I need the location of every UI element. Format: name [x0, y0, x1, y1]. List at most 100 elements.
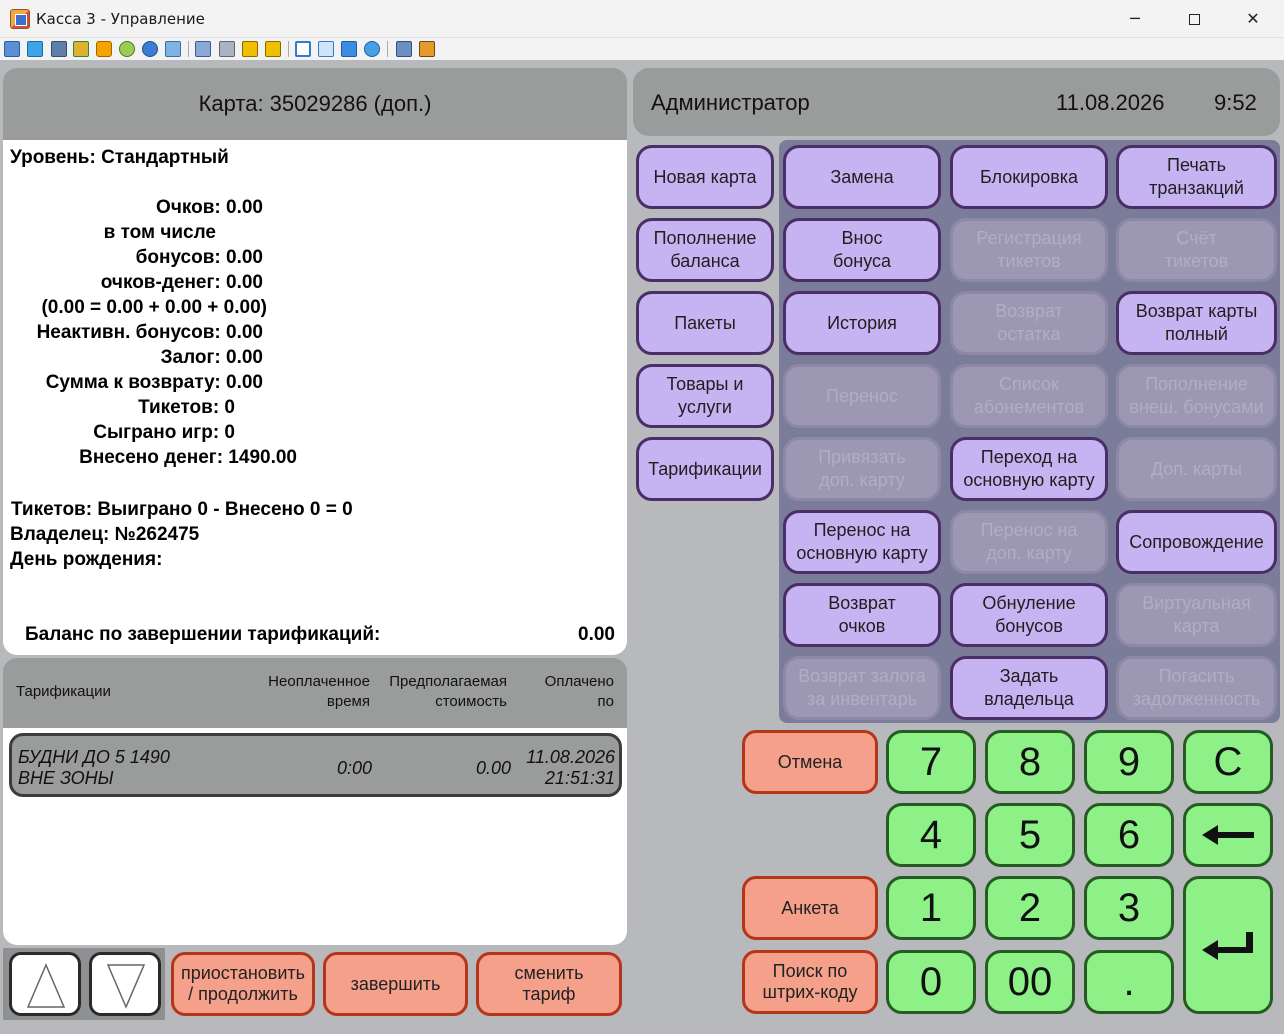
table-row[interactable]: БУДНИ ДО 5 1490 ВНЕ ЗОНЫ 0:00 0.00 11.08… [9, 733, 622, 797]
function-button-16[interactable]: Перенос на основную карту [783, 510, 941, 574]
function-button-1[interactable]: Замена [783, 145, 941, 209]
lock-icon[interactable] [242, 41, 258, 57]
key-dot[interactable]: . [1084, 950, 1174, 1014]
display-icon[interactable] [27, 41, 43, 57]
tariff-paid: 11.08.2026 21:51:31 [526, 747, 615, 789]
button-label: Перенос на [813, 520, 911, 540]
card-games: Сыграно игр: 0 [93, 422, 235, 443]
app-icon [10, 9, 30, 29]
clear-key[interactable]: C [1183, 730, 1273, 794]
key-8[interactable]: 8 [985, 730, 1075, 794]
card-birthday: День рождения: [10, 549, 163, 570]
tariff-paid-date: 11.08.2026 [526, 747, 615, 767]
tariff-name: БУДНИ ДО 5 1490 ВНЕ ЗОНЫ [18, 747, 170, 789]
barcode-label-line1: Поиск по [772, 961, 848, 981]
key-6[interactable]: 6 [1084, 803, 1174, 867]
tariff-cost: 0.00 [475, 758, 511, 778]
phone-icon[interactable] [142, 41, 158, 57]
function-button-4[interactable]: Внос бонуса [783, 218, 941, 282]
button-label: задолженность [1132, 689, 1261, 709]
maximize-button[interactable] [1164, 0, 1224, 38]
key-9[interactable]: 9 [1084, 730, 1174, 794]
key-2[interactable]: 2 [985, 876, 1075, 940]
new-card-button[interactable]: Новая карта [636, 145, 774, 209]
barcode-search-button[interactable]: Поиск по штрих-коду [742, 950, 878, 1014]
key-00[interactable]: 00 [985, 950, 1075, 1014]
key-0[interactable]: 0 [886, 950, 976, 1014]
terminal-icon[interactable] [51, 41, 67, 57]
card-bonuses: бонусов: 0.00 [135, 247, 263, 268]
function-button-9[interactable]: Возврат карты полный [1116, 291, 1277, 355]
finish-button[interactable]: завершить [323, 952, 468, 1016]
users-icon[interactable] [119, 41, 135, 57]
function-button-3[interactable]: Печать транзакций [1116, 145, 1277, 209]
function-button-14[interactable]: Переход на основную карту [950, 437, 1108, 501]
key-7[interactable]: 7 [886, 730, 976, 794]
button-label: Перенос на [980, 520, 1078, 540]
function-button-7[interactable]: История [783, 291, 941, 355]
key-5[interactable]: 5 [985, 803, 1075, 867]
network-icon[interactable] [219, 41, 235, 57]
button-label: Погасить [1158, 666, 1235, 686]
function-button-20[interactable]: Обнуление бонусов [950, 583, 1108, 647]
key-4[interactable]: 4 [886, 803, 976, 867]
toolbar-separator [188, 41, 189, 57]
button-label: Тарификации [648, 458, 762, 479]
card-refund: Сумма к возврату: 0.00 [45, 372, 263, 393]
col-unpaid: Неоплаченное время [268, 672, 370, 712]
tariffs-button[interactable]: Тарификации [636, 437, 774, 501]
col-cost: Предполагаемая стоимость [389, 672, 507, 712]
monitor-icon[interactable] [4, 41, 20, 57]
arrows-icon[interactable] [73, 41, 89, 57]
function-button-19[interactable]: Возврат очков [783, 583, 941, 647]
pause-resume-button[interactable]: приостановить / продолжить [171, 952, 315, 1016]
packages-button[interactable]: Пакеты [636, 291, 774, 355]
function-button-22: Возврат залога за инвентарь [783, 656, 941, 720]
function-button-24: Погасить задолженность [1116, 656, 1277, 720]
function-button-12: Пополнение внеш. бонусами [1116, 364, 1277, 428]
top-up-balance-button[interactable]: Пополнение баланса [636, 218, 774, 282]
window-icon[interactable] [295, 41, 311, 57]
key-1[interactable]: 1 [886, 876, 976, 940]
button-label: бонусов [995, 616, 1063, 636]
tariffs-header: Тарификации Неоплаченное время Предполаг… [3, 658, 627, 728]
key-3[interactable]: 3 [1084, 876, 1174, 940]
button-label: Новая карта [653, 166, 757, 187]
fullscreen-icon[interactable] [318, 41, 334, 57]
function-button-21: Виртуальная карта [1116, 583, 1277, 647]
tools-icon[interactable] [419, 41, 435, 57]
backspace-key[interactable] [1183, 803, 1273, 867]
user-role: Администратор [651, 90, 810, 115]
button-label: полный [1165, 324, 1228, 344]
close-button[interactable]: ✕ [1223, 0, 1283, 38]
button-label: за инвентарь [806, 689, 917, 709]
function-button-2[interactable]: Блокировка [950, 145, 1108, 209]
scroll-down-button[interactable] [89, 952, 161, 1016]
button-label: Возврат залога [798, 666, 926, 686]
lock-icon[interactable] [265, 41, 281, 57]
cancel-button[interactable]: Отмена [742, 730, 878, 794]
button-label: бонуса [832, 251, 892, 271]
button-label: основную карту [796, 543, 928, 563]
upload-icon[interactable] [195, 41, 211, 57]
copy-icon[interactable] [396, 41, 412, 57]
card-deposit: Залог: 0.00 [160, 347, 263, 368]
square-icon[interactable] [341, 41, 357, 57]
button-label: Возврат [828, 593, 896, 613]
globe-icon[interactable] [364, 41, 380, 57]
toolbar-separator [387, 41, 388, 57]
card-points: Очков: 0.00 [156, 197, 263, 218]
enter-key[interactable] [1183, 876, 1273, 1014]
goods-services-button[interactable]: Товары и услуги [636, 364, 774, 428]
scroll-up-button[interactable] [9, 952, 81, 1016]
button-label: Возврат [995, 301, 1063, 321]
button-label: тикетов [997, 251, 1061, 271]
card-money: Внесено денег: 1490.00 [79, 447, 297, 468]
clock-icon[interactable] [96, 41, 112, 57]
change-tariff-button[interactable]: сменить тариф [476, 952, 622, 1016]
minimize-button[interactable]: ─ [1105, 0, 1165, 38]
function-button-23[interactable]: Задать владельца [950, 656, 1108, 720]
message-icon[interactable] [165, 41, 181, 57]
form-button[interactable]: Анкета [742, 876, 878, 940]
function-button-18[interactable]: Сопровождение [1116, 510, 1277, 574]
